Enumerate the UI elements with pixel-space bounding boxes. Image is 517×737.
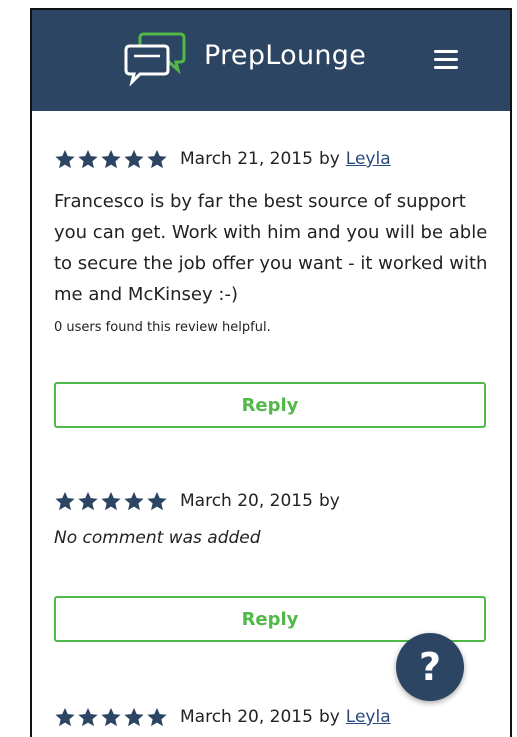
chat-bubbles-logo-icon <box>124 32 186 86</box>
star-icon <box>78 491 98 511</box>
author-link[interactable]: Leyla <box>346 149 391 169</box>
by-label: by <box>318 491 340 511</box>
brand-name: PrepLounge <box>204 40 367 71</box>
no-comment-text: No comment was added <box>54 528 261 548</box>
review-date: March 20, 2015 <box>180 491 313 511</box>
hamburger-menu-icon[interactable] <box>434 50 458 70</box>
helpful-count: 0 users found this review helpful. <box>54 320 271 335</box>
star-icon <box>78 707 98 727</box>
star-rating <box>54 148 168 170</box>
star-icon <box>124 707 144 727</box>
app-header: PrepLounge <box>32 10 510 111</box>
star-icon <box>101 491 121 511</box>
star-icon <box>124 491 144 511</box>
star-rating <box>54 706 168 728</box>
star-icon <box>147 491 167 511</box>
phone-frame: PrepLounge March 21, 2015 by Leyla Franc… <box>30 8 512 737</box>
star-icon <box>78 149 98 169</box>
star-icon <box>55 707 75 727</box>
star-icon <box>124 149 144 169</box>
review-date: March 20, 2015 <box>180 707 313 727</box>
star-icon <box>55 491 75 511</box>
review-meta: March 20, 2015 by <box>54 486 488 516</box>
star-icon <box>101 707 121 727</box>
review-item: March 21, 2015 by Leyla Francesco is by … <box>54 144 488 335</box>
review-item: March 20, 2015 by No comment was added <box>54 486 488 548</box>
star-icon <box>101 149 121 169</box>
review-meta: March 20, 2015 by Leyla <box>54 702 488 732</box>
star-icon <box>147 707 167 727</box>
help-question-button[interactable]: ? <box>396 633 464 701</box>
star-rating <box>54 490 168 512</box>
star-icon <box>55 149 75 169</box>
by-label: by <box>318 149 340 169</box>
review-item: March 20, 2015 by Leyla <box>54 702 488 732</box>
star-icon <box>147 149 167 169</box>
author-link[interactable]: Leyla <box>346 707 391 727</box>
review-meta: March 21, 2015 by Leyla <box>54 144 488 174</box>
reply-button[interactable]: Reply <box>54 382 486 428</box>
review-date: March 21, 2015 <box>180 149 313 169</box>
by-label: by <box>318 707 340 727</box>
review-text: Francesco is by far the best source of s… <box>54 191 488 305</box>
